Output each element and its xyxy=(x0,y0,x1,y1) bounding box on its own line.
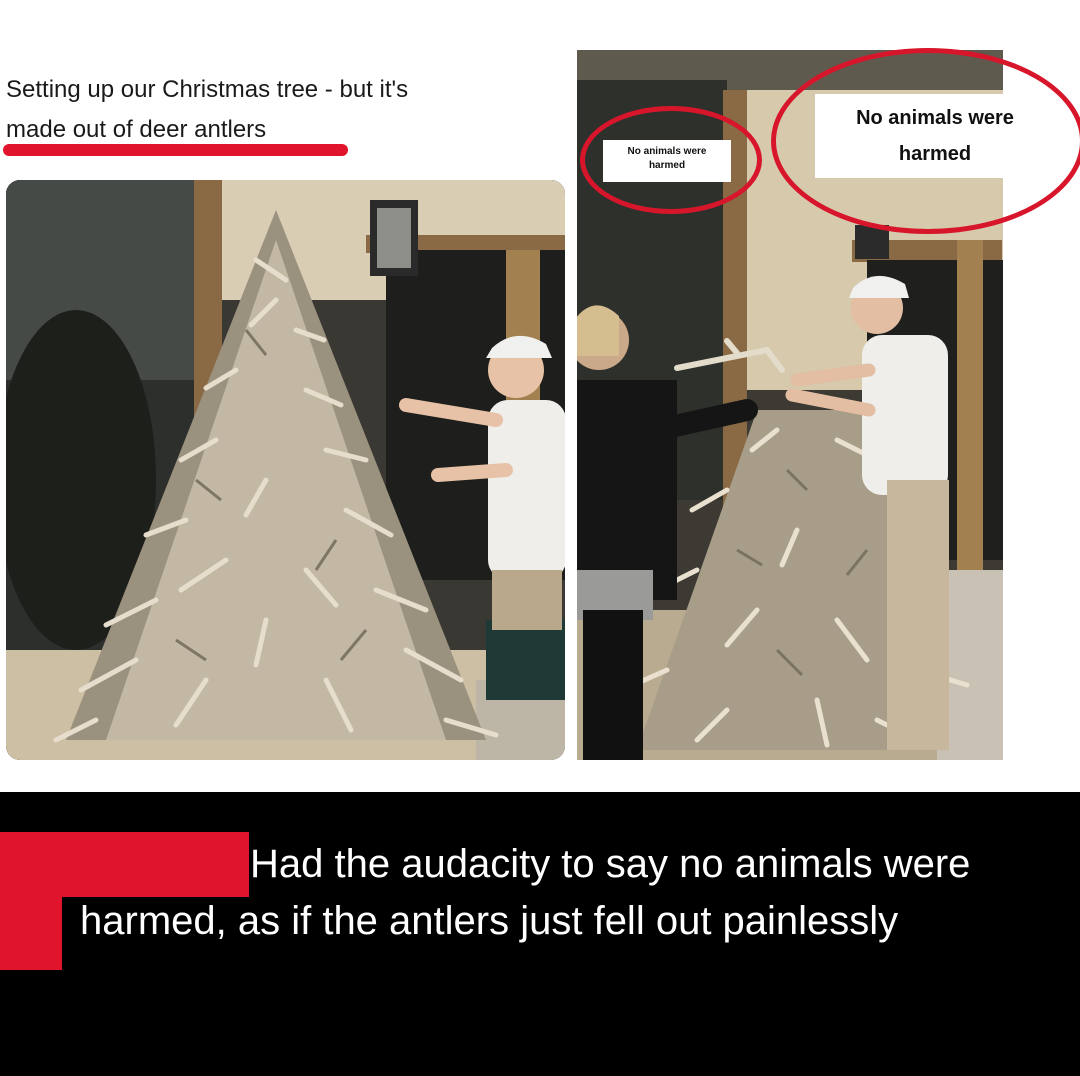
red-underline xyxy=(3,144,348,156)
tweet-caption: Setting up our Christmas tree - but it's… xyxy=(6,70,546,150)
caption-line-1: Setting up our Christmas tree - but it's xyxy=(6,76,409,103)
reply-text: Had the audacity to say no animals were … xyxy=(80,842,971,943)
redaction-block-lower xyxy=(0,870,62,970)
antler-tree-photo-left xyxy=(6,180,565,760)
red-circle-small xyxy=(580,106,762,214)
red-circle-big xyxy=(771,48,1080,234)
